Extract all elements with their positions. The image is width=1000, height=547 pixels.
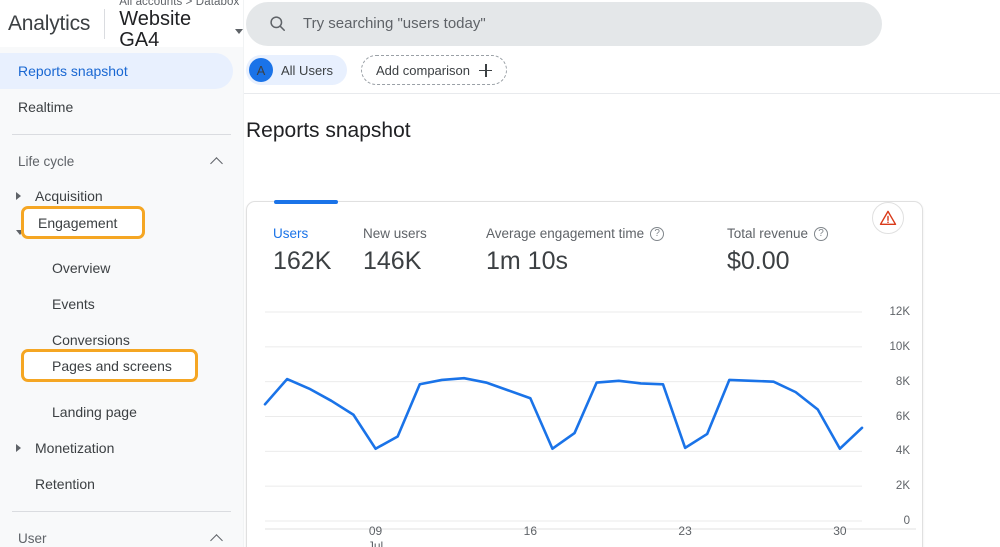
sidebar-section-user[interactable]: User: [0, 521, 243, 547]
chart-x-tick-label: 09Jul: [368, 524, 383, 547]
sidebar-item-realtime[interactable]: Realtime: [0, 89, 233, 125]
sidebar-divider-2: [12, 511, 231, 512]
sidebar-section-life-cycle[interactable]: Life cycle: [0, 144, 243, 178]
sidebar-item-label: Events: [52, 296, 95, 312]
plus-icon: [479, 64, 492, 77]
metric-label: New users: [363, 226, 486, 241]
sidebar-item-overview[interactable]: Overview: [0, 250, 233, 286]
sidebar-item-monetization[interactable]: Monetization: [0, 430, 233, 466]
chevron-up-icon[interactable]: [210, 157, 223, 170]
triangle-down-icon[interactable]: [16, 230, 24, 235]
sidebar-section-label: Life cycle: [18, 154, 74, 169]
metric-label: Total revenue ?: [727, 226, 828, 241]
sidebar-item-label: Landing page: [52, 404, 137, 420]
property-title: Website GA4: [119, 9, 243, 51]
sidebar-item-label: Realtime: [18, 99, 73, 115]
metric-label-text: Total revenue: [727, 226, 808, 241]
main-content: Try searching "users today" A All Users …: [244, 0, 1000, 547]
chevron-down-icon[interactable]: [235, 29, 243, 34]
sidebar-item-landing-page[interactable]: Landing page: [0, 394, 233, 430]
sidebar-item-engagement[interactable]: [0, 214, 233, 250]
breadcrumb: All accounts > Databox: [119, 0, 243, 8]
users-line-chart: 02K4K6K8K10K12K 09Jul162330: [247, 306, 922, 547]
sidebar-item-acquisition[interactable]: Acquisition: [0, 178, 233, 214]
metric-new-users[interactable]: New users 146K: [363, 226, 486, 276]
top-bar: Try searching "users today": [244, 0, 1000, 47]
metric-users[interactable]: Users 162K: [273, 226, 363, 276]
triangle-right-icon[interactable]: [16, 192, 21, 200]
sidebar-item-pages-and-screens[interactable]: [0, 358, 233, 394]
add-comparison-button[interactable]: Add comparison: [361, 55, 507, 85]
metric-value: 1m 10s: [486, 247, 727, 276]
chart-y-tick-label: 8K: [862, 376, 910, 388]
sidebar-item-label: Conversions: [52, 332, 130, 348]
metric-label: Average engagement time ?: [486, 226, 727, 241]
sidebar-item-conversions[interactable]: Conversions: [0, 322, 233, 358]
sidebar-section-label: User: [18, 531, 47, 546]
search-icon: [268, 14, 287, 33]
brand-name: Analytics: [8, 12, 104, 36]
sidebar-divider: [12, 134, 231, 135]
help-icon[interactable]: ?: [650, 227, 664, 241]
triangle-right-icon[interactable]: [16, 444, 21, 452]
metrics-row: Users 162K New users 146K Average engage…: [247, 202, 922, 276]
analytics-app: Analytics All accounts > Databox Website…: [0, 0, 1000, 547]
chart-x-tick-label: 23: [678, 524, 691, 539]
chart-y-axis: 02K4K6K8K10K12K: [862, 306, 910, 521]
avatar: A: [249, 58, 273, 82]
comparison-bar: A All Users Add comparison: [244, 47, 1000, 94]
chart-y-tick-label: 2K: [862, 480, 910, 492]
sidebar-item-retention[interactable]: Retention: [0, 466, 233, 502]
sidebar-item-label: Acquisition: [35, 188, 103, 204]
audience-chip-all-users[interactable]: A All Users: [246, 55, 347, 85]
audience-chip-label: All Users: [281, 63, 333, 78]
sidebar: Analytics All accounts > Databox Website…: [0, 0, 244, 547]
sidebar-item-label: Monetization: [35, 440, 114, 456]
sidebar-item-events[interactable]: Events: [0, 286, 233, 322]
search-placeholder: Try searching "users today": [303, 15, 486, 32]
sidebar-item-reports-snapshot[interactable]: Reports snapshot: [0, 53, 233, 89]
sidebar-item-label: Reports snapshot: [18, 63, 128, 79]
chevron-up-icon[interactable]: [210, 534, 223, 547]
metric-label-text: New users: [363, 226, 427, 241]
search-input[interactable]: Try searching "users today": [246, 2, 882, 46]
metric-label-text: Users: [273, 226, 308, 241]
sidebar-nav: Reports snapshot Realtime Life cycle Acq…: [0, 47, 243, 547]
page-title: Reports snapshot: [244, 94, 1000, 143]
property-selector[interactable]: All accounts > Databox Website GA4: [105, 0, 243, 51]
chart-y-tick-label: 10K: [862, 341, 910, 353]
sidebar-item-label: Retention: [35, 476, 95, 492]
chart-plot: [247, 306, 924, 547]
chart-x-tick-label: 16: [524, 524, 537, 539]
chart-y-tick-label: 4K: [862, 445, 910, 457]
chart-series-users: [265, 378, 862, 449]
metric-total-revenue[interactable]: Total revenue ? $0.00: [727, 226, 828, 276]
help-icon[interactable]: ?: [814, 227, 828, 241]
metric-value: $0.00: [727, 247, 828, 276]
warning-triangle-icon[interactable]: [872, 202, 904, 234]
metric-label-text: Average engagement time: [486, 226, 644, 241]
add-comparison-label: Add comparison: [376, 63, 470, 78]
metric-value: 146K: [363, 247, 486, 276]
property-title-text: Website GA4: [119, 9, 230, 51]
metric-average-engagement-time[interactable]: Average engagement time ? 1m 10s: [486, 226, 727, 276]
overview-card: Users 162K New users 146K Average engage…: [246, 201, 923, 547]
chart-y-tick-label: 6K: [862, 411, 910, 423]
metric-value: 162K: [273, 247, 363, 276]
sidebar-item-label: Overview: [52, 260, 110, 276]
chart-x-tick-label: 30: [833, 524, 846, 539]
chart-x-axis: 09Jul 16 23 30: [247, 524, 922, 547]
brand-header: Analytics All accounts > Databox Website…: [0, 0, 243, 47]
metric-label: Users: [273, 226, 363, 241]
chart-y-tick-label: 12K: [862, 306, 910, 318]
